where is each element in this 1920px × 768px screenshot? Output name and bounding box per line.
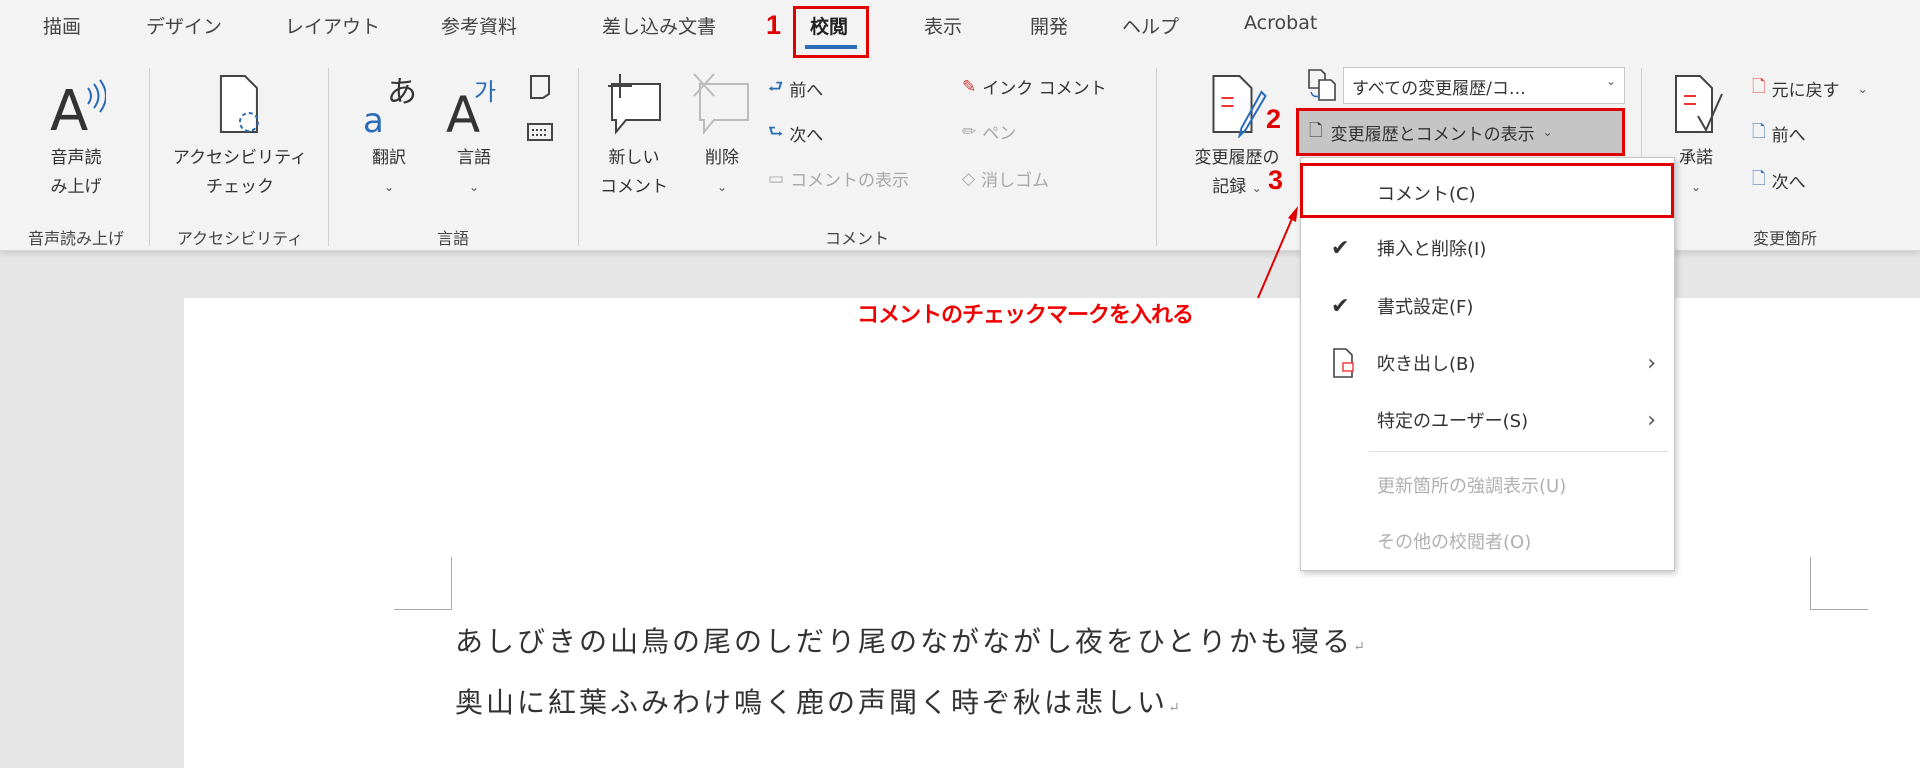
accept-button[interactable]: 承諾 ⌄: [1668, 72, 1724, 202]
paragraph-mark-icon: ↵: [1168, 700, 1183, 716]
menu-item-highlight-updates: 更新箇所の強調表示(U): [1377, 476, 1567, 497]
track-changes-button[interactable]: 変更履歴の 記録 ⌄: [1195, 72, 1280, 203]
translate-icon: aあ: [363, 75, 417, 138]
svg-text:a: a: [363, 101, 384, 138]
chevron-down-icon: ⌄: [468, 180, 480, 194]
next-change-icon: 🗋: [1752, 169, 1766, 189]
step-2-label: 2: [1266, 104, 1282, 134]
balloon-icon: [1333, 348, 1354, 378]
svg-text:가: 가: [474, 78, 496, 106]
checkmark-icon: ✔: [1331, 235, 1350, 261]
track-changes-icon: [1212, 75, 1267, 138]
check-accessibility-button[interactable]: アクセシビリティ チェック: [173, 72, 307, 202]
read-aloud-icon: A: [50, 79, 106, 138]
step-3-highlight: [1300, 163, 1674, 218]
menu-item-insertions-deletions[interactable]: ✔ 挿入と削除(I): [1301, 223, 1674, 273]
accessibility-check-icon: [219, 75, 259, 133]
group-label-language: 言語: [436, 229, 470, 248]
step-1-highlight: [793, 6, 869, 58]
menu-divider: [1369, 451, 1668, 452]
comment-icon: ▭: [768, 168, 785, 189]
show-markup-menu: コメント(C) ✔ 挿入と削除(I) ✔ 書式設定(F) 吹き出し(B) › 特定のユ…: [1300, 157, 1675, 571]
read-aloud-button[interactable]: A 音声読 み上げ: [46, 72, 106, 202]
accept-icon: [1675, 75, 1723, 133]
previous-change-button[interactable]: 🗋 前へ: [1752, 119, 1806, 148]
language-button[interactable]: A가 言語 ⌄: [444, 72, 504, 202]
svg-text:あ: あ: [387, 75, 417, 110]
next-change-button[interactable]: 🗋 次へ: [1752, 166, 1806, 195]
new-comment-icon: [608, 74, 661, 135]
keyboard-icon[interactable]: [525, 120, 555, 144]
tab-layout[interactable]: レイアウト: [285, 12, 380, 39]
tab-draw[interactable]: 描画: [43, 12, 81, 39]
document-line[interactable]: あしびきの山鳥の尾のしだり尾のながながし夜をひとりかも寝る↵: [455, 620, 1368, 660]
pen-button[interactable]: ✏ ペン: [962, 119, 1016, 145]
margin-corner-mark: [394, 557, 452, 610]
markup-display-select[interactable]: すべての変更履歴/コ… ⌄: [1343, 67, 1625, 104]
chevron-down-icon: ⌄: [1251, 181, 1262, 195]
chevron-down-icon: ⌄: [383, 180, 395, 194]
group-label-accessibility: アクセシビリティ: [176, 229, 304, 248]
previous-comment-button[interactable]: ⮐ 前へ: [768, 74, 823, 103]
group-divider: [1156, 68, 1157, 246]
chevron-right-icon: ›: [1647, 350, 1656, 376]
word-count-icon[interactable]: [525, 72, 555, 102]
previous-comment-icon: ⮐: [768, 77, 784, 97]
delete-comment-button[interactable]: 削除 ⌄: [690, 72, 754, 202]
markup-view-icon: [1308, 69, 1336, 101]
reject-button[interactable]: 🗋 元に戻す ⌄: [1752, 74, 1868, 103]
group-divider: [149, 68, 150, 246]
menu-item-formatting[interactable]: ✔ 書式設定(F): [1301, 281, 1674, 331]
tab-help[interactable]: ヘルプ: [1122, 12, 1179, 39]
paragraph-mark-icon: ↵: [1353, 639, 1368, 655]
document-line[interactable]: 奥山に紅葉ふみわけ鳴く鹿の声聞く時ぞ秋は悲しい↵: [455, 681, 1183, 721]
previous-change-icon: 🗋: [1752, 122, 1766, 142]
group-label-comments: コメント: [824, 229, 890, 248]
tab-references[interactable]: 参考資料: [441, 12, 517, 39]
tab-acrobat[interactable]: Acrobat: [1244, 12, 1317, 34]
eraser-button[interactable]: ◇ 消しゴム: [962, 166, 1049, 192]
group-label-speech: 音声読み上げ: [27, 229, 125, 248]
margin-corner-mark: [1810, 557, 1868, 610]
group-divider: [578, 68, 579, 246]
step-3-label: 3: [1268, 165, 1284, 195]
pen-icon: ✏: [962, 121, 977, 142]
ink-comment-icon: ✎: [962, 76, 977, 97]
tab-mailings[interactable]: 差し込み文書: [602, 12, 716, 39]
delete-comment-icon: [693, 73, 749, 135]
checkmark-icon: ✔: [1331, 293, 1350, 319]
menu-item-balloons[interactable]: 吹き出し(B) ›: [1301, 338, 1674, 388]
next-comment-icon: ⮑: [768, 122, 784, 142]
show-comments-button[interactable]: ▭ コメントの表示: [768, 166, 909, 192]
tab-developer[interactable]: 開発: [1030, 12, 1068, 39]
new-comment-button[interactable]: 新しい コメント: [600, 72, 668, 202]
menu-item-specific-people[interactable]: 特定のユーザー(S) ›: [1301, 395, 1674, 445]
menu-item-other-authors: その他の校閲者(O): [1377, 532, 1532, 553]
reject-icon: 🗋: [1752, 77, 1766, 97]
tab-view[interactable]: 表示: [924, 12, 962, 39]
language-icon: A가: [446, 78, 496, 138]
chevron-down-icon: ⌄: [1605, 74, 1616, 88]
chevron-down-icon: ⌄: [1690, 180, 1702, 194]
next-comment-button[interactable]: ⮑ 次へ: [768, 119, 823, 148]
eraser-icon: ◇: [962, 168, 976, 189]
ink-comment-button[interactable]: ✎ インク コメント: [962, 74, 1107, 100]
annotation-text: コメントのチェックマークを入れる: [857, 303, 1194, 328]
translate-button[interactable]: aあ 翻訳 ⌄: [359, 72, 419, 202]
tab-design[interactable]: デザイン: [146, 12, 222, 39]
svg-text:A: A: [50, 79, 88, 138]
step-1-label: 1: [766, 10, 782, 40]
step-2-highlight: [1296, 108, 1625, 156]
chevron-down-icon: ⌄: [1857, 81, 1868, 96]
chevron-right-icon: ›: [1647, 407, 1656, 433]
group-divider: [328, 68, 329, 246]
chevron-down-icon: ⌄: [716, 180, 728, 194]
group-label-changes: 変更箇所: [1752, 229, 1818, 248]
